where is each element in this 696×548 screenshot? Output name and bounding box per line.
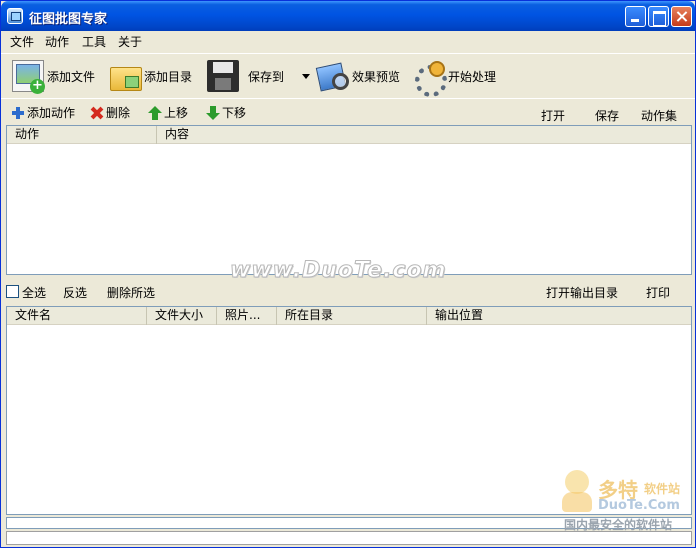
- add-folder-label: 添加目录: [144, 69, 193, 84]
- minimize-button[interactable]: [625, 6, 646, 27]
- close-button[interactable]: [671, 6, 692, 27]
- start-processing-label: 开始处理: [448, 69, 497, 84]
- action-toolbar: 添加动作 删除 上移 下移 打开 保存 动作集: [1, 98, 695, 124]
- invert-selection-button[interactable]: 反选: [63, 284, 87, 301]
- magnifier-photo-icon: [317, 60, 349, 92]
- app-icon[interactable]: [7, 8, 23, 24]
- menu-bar: 文件 动作 工具 关于: [1, 31, 695, 51]
- add-action-button[interactable]: 添加动作: [11, 104, 75, 121]
- print-button[interactable]: 打印: [646, 284, 670, 301]
- delete-selected-button[interactable]: 删除所选: [107, 284, 155, 301]
- mascot-icon: [560, 470, 594, 514]
- floppy-disk-icon: [207, 60, 239, 92]
- delete-action-label: 删除: [106, 106, 131, 120]
- column-content[interactable]: 内容: [157, 126, 691, 144]
- move-up-button[interactable]: 上移: [148, 104, 188, 121]
- add-image-icon: [12, 60, 45, 94]
- status-bar: [6, 531, 692, 545]
- file-list-header: 文件名 文件大小 照片... 所在目录 输出位置: [7, 307, 691, 325]
- plus-icon: [11, 106, 25, 120]
- watermark-text: www.DuoTe.com: [230, 258, 447, 284]
- watermark-slogan: 国内最安全的软件站: [564, 518, 673, 532]
- add-folder-button[interactable]: 添加目录: [109, 58, 192, 94]
- save-to-button[interactable]: 保存到: [207, 58, 284, 94]
- open-output-folder-button[interactable]: 打开输出目录: [546, 284, 618, 301]
- add-file-label: 添加文件: [47, 69, 96, 84]
- action-list-header: 动作 内容: [7, 126, 691, 144]
- add-action-label: 添加动作: [27, 106, 76, 120]
- add-file-button[interactable]: 添加文件: [12, 58, 95, 94]
- open-actions-button[interactable]: 打开: [541, 107, 565, 124]
- action-list[interactable]: 动作 内容: [6, 125, 692, 275]
- delete-x-icon: [90, 106, 104, 120]
- column-filename[interactable]: 文件名: [7, 307, 147, 325]
- menu-action[interactable]: 动作: [45, 33, 69, 50]
- start-processing-button[interactable]: 开始处理: [413, 58, 497, 97]
- move-up-label: 上移: [164, 106, 189, 120]
- select-all-checkbox[interactable]: [6, 285, 19, 298]
- watermark-logo: 多特 软件站 DuoTe.Com 国内最安全的软件站: [560, 470, 690, 532]
- maximize-button[interactable]: [648, 6, 669, 27]
- delete-action-button[interactable]: 删除: [90, 104, 130, 121]
- menu-file[interactable]: 文件: [10, 33, 34, 50]
- menu-about[interactable]: 关于: [118, 33, 142, 50]
- save-to-dropdown-icon[interactable]: [302, 74, 310, 79]
- save-actions-button[interactable]: 保存: [595, 107, 619, 124]
- preview-button[interactable]: 效果预览: [317, 58, 400, 94]
- action-set-button[interactable]: 动作集: [641, 107, 677, 124]
- select-all-label[interactable]: 全选: [22, 284, 46, 301]
- preview-label: 效果预览: [352, 69, 401, 84]
- folder-icon: [109, 60, 142, 92]
- watermark-brand-sub: 软件站: [644, 482, 681, 496]
- menu-tools[interactable]: 工具: [82, 33, 106, 50]
- save-to-label: 保存到: [248, 69, 285, 84]
- title-bar[interactable]: 征图批图专家: [1, 1, 695, 31]
- move-down-label: 下移: [222, 106, 247, 120]
- watermark-domain: DuoTe.Com: [598, 498, 680, 513]
- column-photo[interactable]: 照片...: [217, 307, 277, 325]
- move-down-button[interactable]: 下移: [206, 104, 246, 121]
- column-directory[interactable]: 所在目录: [277, 307, 427, 325]
- arrow-up-icon: [148, 105, 162, 120]
- main-toolbar: 添加文件 添加目录 保存到 效果预览 开始处理: [1, 53, 695, 97]
- column-filesize[interactable]: 文件大小: [147, 307, 217, 325]
- gears-icon: [413, 60, 447, 97]
- column-action[interactable]: 动作: [7, 126, 157, 144]
- window-title: 征图批图专家: [29, 12, 108, 27]
- column-output[interactable]: 输出位置: [427, 307, 691, 325]
- arrow-down-icon: [206, 105, 220, 120]
